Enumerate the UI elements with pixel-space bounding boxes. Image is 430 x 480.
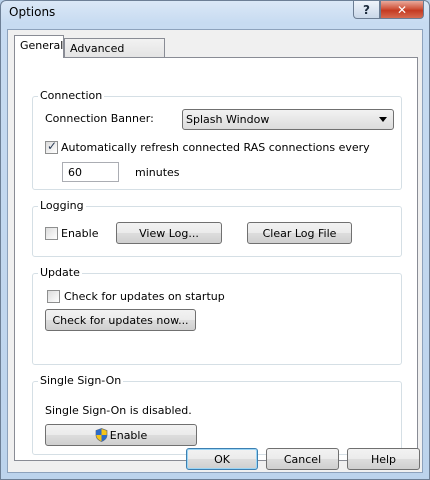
- logging-group: Logging Enable View Log... Clear Log Fil…: [32, 199, 402, 257]
- chevron-down-icon: [379, 117, 387, 122]
- sso-enable-label: Enable: [109, 428, 148, 442]
- update-legend: Update: [38, 266, 82, 279]
- clear-log-file-button[interactable]: Clear Log File: [247, 222, 352, 244]
- uac-shield-icon: [95, 428, 108, 442]
- sso-status-text: Single Sign-On is disabled.: [45, 404, 192, 417]
- auto-refresh-checkbox[interactable]: ✓: [45, 139, 58, 154]
- title-help-button[interactable]: ?: [353, 1, 380, 19]
- cancel-button[interactable]: Cancel: [266, 448, 339, 470]
- logging-enable-checkbox[interactable]: [45, 227, 58, 240]
- tab-advanced-settings[interactable]: Advanced Settings: [64, 38, 165, 68]
- logging-legend: Logging: [38, 199, 86, 212]
- check-updates-startup-label: Check for updates on startup: [64, 290, 225, 303]
- window-title: Options: [9, 5, 56, 19]
- logging-enable-label: Enable: [61, 227, 99, 240]
- ok-button[interactable]: OK: [186, 448, 258, 470]
- tab-general[interactable]: General: [14, 35, 64, 58]
- auto-refresh-label: Automatically refresh connected RAS conn…: [61, 141, 370, 154]
- checkmark-icon: ✓: [47, 139, 58, 153]
- close-button[interactable]: ✕: [380, 1, 424, 19]
- sso-enable-button[interactable]: Enable: [45, 424, 197, 446]
- connection-banner-value: Splash Window: [186, 113, 270, 126]
- connection-legend: Connection: [38, 89, 105, 102]
- view-log-button[interactable]: View Log...: [116, 222, 222, 244]
- sso-legend: Single Sign-On: [38, 374, 124, 387]
- minutes-label: minutes: [135, 166, 180, 179]
- update-group: Update Check for updates on startup Chec…: [32, 266, 402, 365]
- check-updates-now-button[interactable]: Check for updates now...: [45, 309, 196, 331]
- refresh-minutes-input[interactable]: 60: [62, 162, 119, 182]
- options-dialog: Options ? ✕ General Advanced Settings Co…: [0, 0, 430, 480]
- help-button[interactable]: Help: [347, 448, 420, 470]
- check-updates-startup-checkbox[interactable]: [47, 290, 60, 303]
- title-bar[interactable]: Options ? ✕: [1, 1, 429, 23]
- connection-banner-label: Connection Banner:: [45, 112, 154, 125]
- general-tab-panel: Connection Connection Banner: Splash Win…: [14, 57, 418, 461]
- dialog-client-area: General Advanced Settings Connection Con…: [7, 29, 423, 473]
- connection-banner-dropdown[interactable]: Splash Window: [182, 109, 394, 130]
- connection-group: Connection Connection Banner: Splash Win…: [32, 89, 402, 190]
- single-sign-on-group: Single Sign-On Single Sign-On is disable…: [32, 374, 402, 455]
